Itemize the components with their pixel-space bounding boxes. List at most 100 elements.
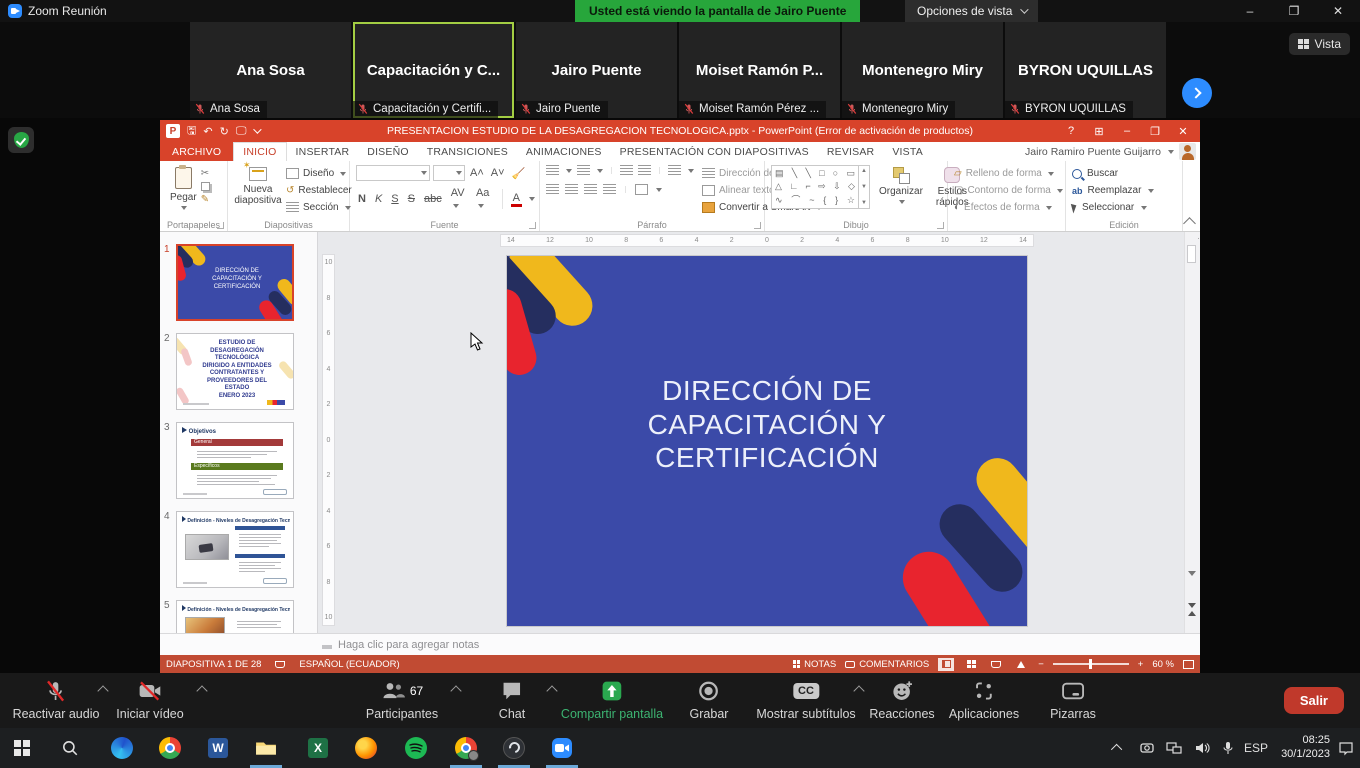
chat-options-chevron[interactable] — [546, 685, 557, 696]
close-button[interactable]: ✕ — [1316, 0, 1360, 22]
new-slide-button[interactable]: Nueva diapositiva — [234, 165, 282, 216]
notes-toggle-button[interactable]: NOTAS — [793, 659, 836, 670]
next-slide-button[interactable] — [1188, 603, 1196, 625]
participant-tile[interactable]: BYRON UQUILLAS BYRON UQUILLAS — [1005, 22, 1166, 118]
thumbnail-slide-2[interactable]: 2 ESTUDIO DE DESAGREGACIÓN TECNOLÓGICA D… — [176, 333, 293, 410]
ribbon-display-button[interactable]: ⊞ — [1086, 121, 1112, 141]
font-color-button[interactable]: A — [511, 192, 522, 207]
excel-icon[interactable]: X — [306, 736, 330, 760]
maximize-button[interactable]: ❐ — [1272, 0, 1316, 22]
thumbnail-slide-4[interactable]: 4 Definición - Niveles de Desagregación … — [176, 511, 293, 588]
font-size-combobox[interactable] — [433, 165, 465, 181]
participants-options-chevron[interactable] — [450, 685, 461, 696]
security-shield-icon[interactable] — [8, 127, 34, 153]
tab-insertar[interactable]: INSERTAR — [287, 142, 359, 161]
ppt-close-button[interactable]: ✕ — [1170, 121, 1196, 141]
zoom-slider-thumb[interactable] — [1089, 659, 1092, 669]
apps-button[interactable]: Aplicaciones — [949, 679, 1019, 721]
chat-button[interactable]: Chat — [499, 679, 525, 721]
redo-button[interactable]: ↻ — [220, 125, 229, 138]
slide-sorter-view-button[interactable] — [963, 658, 979, 671]
reactions-button[interactable]: Reacciones — [869, 679, 934, 721]
dialog-launcher-icon[interactable] — [529, 222, 536, 229]
italic-button[interactable]: K — [373, 193, 384, 205]
align-left-button[interactable] — [546, 184, 559, 195]
notes-bar[interactable]: Haga clic para agregar notas — [160, 633, 1200, 655]
qat-customize-chevron-icon[interactable] — [254, 125, 262, 133]
underline-button[interactable]: S — [389, 193, 400, 205]
tray-mic-icon[interactable] — [1222, 728, 1234, 768]
language-indicator[interactable]: ESP — [1244, 728, 1268, 768]
bullets-button[interactable] — [546, 165, 559, 176]
thumbnail-slide-3[interactable]: 3 Objetivos General Específicos — [176, 422, 293, 499]
chrome-profile-icon[interactable] — [454, 736, 478, 760]
tray-network-icon[interactable] — [1166, 728, 1182, 768]
ppt-minimize-button[interactable]: – — [1114, 121, 1140, 141]
increase-indent-button[interactable] — [638, 165, 651, 176]
participant-tile[interactable]: Montenegro Miry Montenegro Miry — [842, 22, 1003, 118]
increase-font-button[interactable]: A˄ — [468, 167, 486, 179]
tab-revisar[interactable]: REVISAR — [818, 142, 884, 161]
align-center-button[interactable] — [565, 184, 578, 195]
avatar[interactable] — [1179, 143, 1196, 160]
numbering-button[interactable] — [577, 165, 590, 176]
zoom-slider[interactable] — [1053, 663, 1129, 665]
participant-tile[interactable]: Moiset Ramón P... Moiset Ramón Pérez ... — [679, 22, 840, 118]
replace-button[interactable]: abReemplazar — [1072, 182, 1178, 199]
save-button[interactable]: 🖫 — [187, 122, 196, 141]
decrease-indent-button[interactable] — [620, 165, 633, 176]
dialog-launcher-icon[interactable] — [217, 222, 224, 229]
spotify-icon[interactable] — [404, 736, 428, 760]
account-name[interactable]: Jairo Ramiro Puente Guijarro — [1025, 142, 1174, 161]
chrome-icon[interactable] — [158, 736, 182, 760]
undo-button[interactable]: ↶ — [203, 125, 212, 138]
chevron-down-icon[interactable] — [597, 169, 603, 173]
decrease-font-button[interactable]: A˅ — [489, 167, 507, 179]
participant-tile[interactable]: Jairo Puente Jairo Puente — [516, 22, 677, 118]
tab-archivo[interactable]: ARCHIVO — [160, 142, 233, 161]
tab-transiciones[interactable]: TRANSICIONES — [418, 142, 517, 161]
chevron-down-icon[interactable] — [566, 169, 572, 173]
slide-counter[interactable]: DIAPOSITIVA 1 DE 28 — [166, 659, 261, 670]
unmute-button[interactable]: Reactivar audio — [13, 679, 100, 721]
spellcheck-icon[interactable] — [275, 661, 285, 668]
line-spacing-button[interactable] — [668, 165, 681, 176]
participant-tile-active-speaker[interactable]: Capacitación y C... Capacitación y Certi… — [353, 22, 514, 118]
tab-diseno[interactable]: DISEÑO — [358, 142, 417, 161]
shapes-gallery[interactable]: ▤╲╲□○▭ △∟⌐⇨⇩◇ ∿⌒~{}☆ — [771, 165, 859, 209]
slide-canvas[interactable]: DIRECCIÓN DE CAPACITACIÓN Y CERTIFICACIÓ… — [507, 256, 1027, 626]
tray-expand-chevron[interactable] — [1114, 728, 1122, 768]
captions-button[interactable]: CC Mostrar subtítulos — [756, 679, 855, 721]
language-status[interactable]: ESPAÑOL (ECUADOR) — [299, 659, 399, 670]
design-button[interactable]: Diseño — [286, 165, 352, 182]
tab-presentacion[interactable]: PRESENTACIÓN CON DIAPOSITIVAS — [611, 142, 818, 161]
start-button[interactable] — [10, 736, 34, 760]
video-options-chevron[interactable] — [196, 685, 207, 696]
obs-icon[interactable] — [502, 736, 526, 760]
select-button[interactable]: Seleccionar — [1072, 199, 1178, 216]
firefox-icon[interactable] — [354, 736, 378, 760]
font-name-combobox[interactable] — [356, 165, 430, 181]
chevron-down-icon[interactable] — [529, 197, 535, 201]
tray-volume-icon[interactable] — [1194, 728, 1210, 768]
clear-formatting-button[interactable]: 🧹 — [510, 167, 528, 180]
thumbnail-slide-5[interactable]: 5 Definición - Niveles de Desagregación … — [176, 600, 293, 633]
normal-view-button[interactable] — [938, 658, 954, 671]
justify-button[interactable] — [603, 184, 616, 195]
notes-placeholder[interactable]: Haga clic para agregar notas — [338, 639, 479, 651]
chevron-down-icon[interactable] — [656, 188, 662, 192]
thumbnail-slide-1[interactable]: 1 DIRECCIÓN DE CAPACITACIÓN Y CERTIFICAC… — [176, 244, 293, 321]
reading-view-button[interactable] — [988, 658, 1004, 671]
dialog-launcher-icon[interactable] — [937, 222, 944, 229]
slideshow-view-button[interactable] — [1013, 658, 1029, 671]
help-button[interactable]: ? — [1058, 121, 1084, 141]
shape-effects-button[interactable]: ◐Efectos de forma — [954, 199, 1061, 216]
minimize-button[interactable]: – — [1228, 0, 1272, 22]
ppt-restore-button[interactable]: ❐ — [1142, 121, 1168, 141]
slide-title-text[interactable]: DIRECCIÓN DE CAPACITACIÓN Y CERTIFICACIÓ… — [597, 374, 937, 475]
start-video-button[interactable]: Iniciar vídeo — [116, 679, 183, 721]
editor-scrollbar[interactable] — [1184, 232, 1198, 633]
format-painter-button[interactable]: ✎ — [201, 194, 210, 205]
next-participants-button[interactable] — [1182, 78, 1212, 108]
text-shadow-button[interactable]: abc — [422, 193, 444, 205]
